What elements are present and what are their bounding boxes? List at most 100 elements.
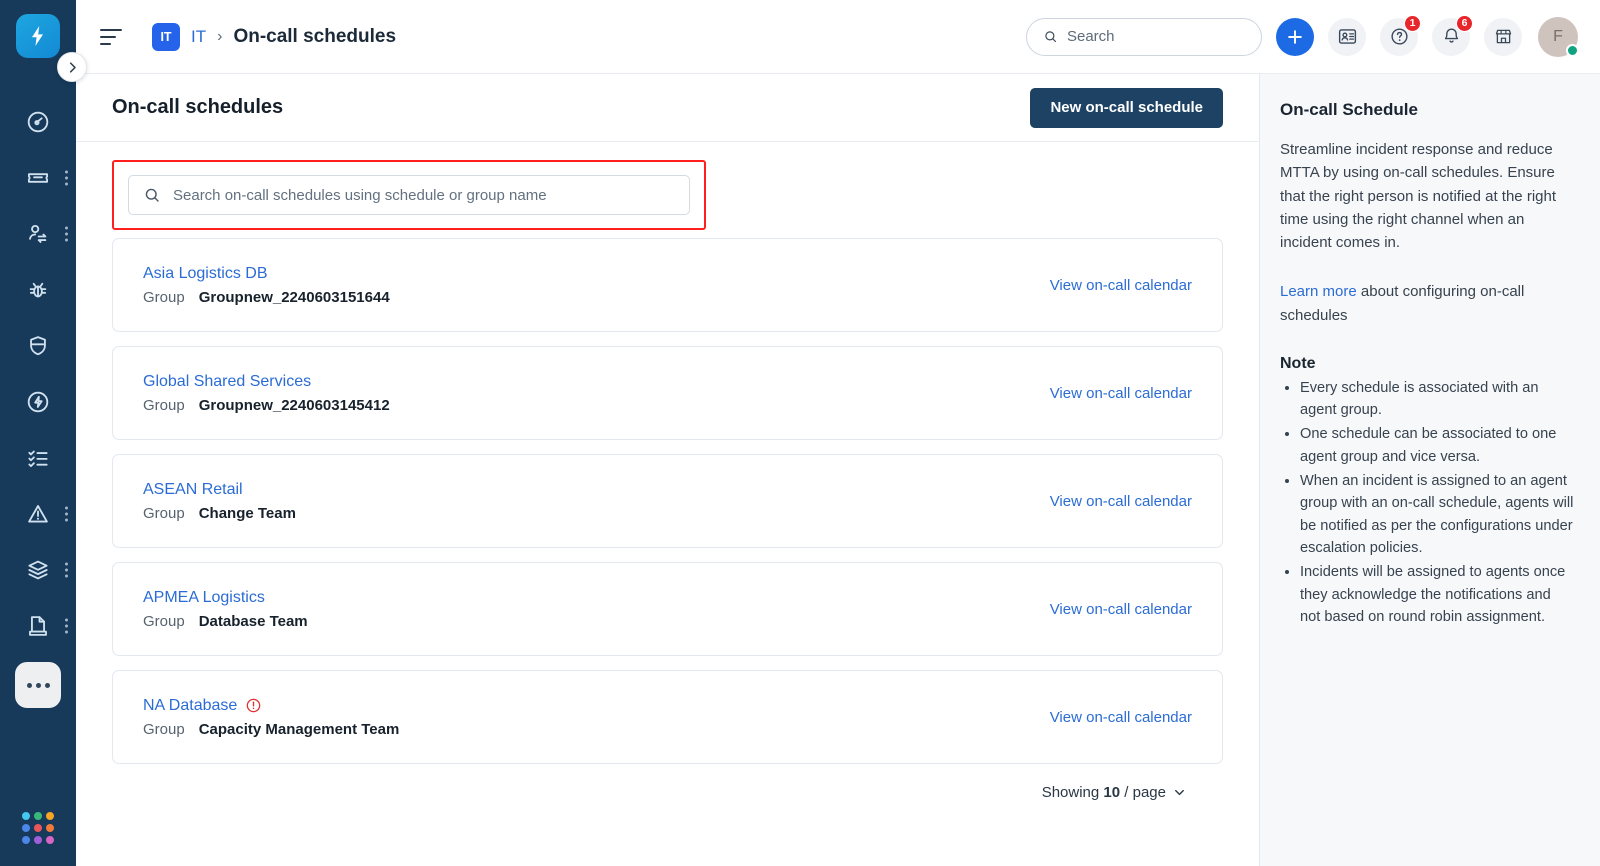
group-label: Group	[143, 288, 185, 306]
view-on-call-calendar-link[interactable]: View on-call calendar	[1050, 493, 1192, 510]
info-panel: On-call Schedule Streamline incident res…	[1260, 74, 1600, 866]
body-column: IT IT › On-call schedules Search 1 6 F O…	[76, 0, 1600, 866]
schedule-card: NA Database Group Capacity Management Team…	[112, 670, 1223, 764]
app-switcher-dot	[34, 824, 42, 832]
note-item: Incidents will be assigned to agents onc…	[1300, 561, 1574, 628]
user-swap-icon	[25, 221, 51, 247]
layers-icon	[25, 557, 51, 583]
storefront-icon	[1495, 29, 1511, 44]
schedule-card: Global Shared Services Group Groupnew_2240…	[112, 346, 1223, 440]
warning-alert-icon[interactable]	[245, 697, 262, 714]
group-label: Group	[143, 504, 185, 522]
sidebar-item-more-icon[interactable]	[65, 506, 68, 522]
sidebar-item-more-icon[interactable]	[65, 170, 68, 186]
freshservice-logo-icon[interactable]	[16, 14, 60, 58]
view-on-call-calendar-link[interactable]: View on-call calendar	[1050, 709, 1192, 726]
global-search[interactable]	[1026, 17, 1262, 56]
schedules-search-input[interactable]	[173, 186, 675, 204]
note-list: Every schedule is associated with an age…	[1280, 377, 1574, 629]
sidebar-item-incidents[interactable]	[0, 486, 76, 542]
search-highlight-box	[112, 160, 706, 230]
learn-more-link[interactable]: Learn more	[1280, 283, 1357, 300]
app-switcher-icon[interactable]	[22, 812, 54, 844]
chevron-right-icon: ›	[217, 27, 223, 45]
sidebar-item-more-icon[interactable]	[65, 562, 68, 578]
avatar[interactable]: F	[1538, 16, 1579, 57]
schedule-card-main: Asia Logistics DB Group Groupnew_224060315…	[143, 265, 390, 306]
new-item-button[interactable]	[1276, 17, 1314, 56]
schedule-card-main: APMEA Logistics Group Database Team	[143, 589, 308, 630]
sidebar-item-more-icon[interactable]	[65, 226, 68, 242]
pagination: Showing 10 / page	[112, 764, 1223, 827]
schedule-name-link[interactable]: ASEAN Retail	[143, 481, 296, 499]
group-value: Capacity Management Team	[198, 720, 400, 738]
app-switcher-dot	[46, 824, 54, 832]
schedule-card: APMEA Logistics Group Database Team View on…	[112, 562, 1223, 656]
workspace-badge[interactable]: IT	[152, 22, 180, 51]
dashboard-gauge-icon	[25, 109, 51, 135]
main-content: On-call schedules New on-call schedule S…	[76, 74, 1260, 866]
breadcrumb-workspace-link[interactable]: IT	[191, 27, 206, 47]
group-label: Group	[143, 396, 185, 414]
help-button[interactable]: 1	[1380, 14, 1421, 56]
sidebar-item-tickets[interactable]	[0, 150, 76, 206]
schedule-name-link[interactable]: APMEA Logistics	[143, 589, 308, 607]
app-switcher-dot	[22, 824, 30, 832]
plus-icon	[1288, 29, 1302, 44]
schedule-name-text: APMEA Logistics	[143, 588, 265, 606]
page-header: On-call schedules New on-call schedule	[76, 74, 1259, 142]
schedules-search[interactable]	[128, 175, 690, 215]
page-size-selector[interactable]: Showing 10 / page	[1042, 784, 1187, 801]
view-on-call-calendar-link[interactable]: View on-call calendar	[1050, 601, 1192, 618]
group-label: Group	[143, 720, 185, 738]
app-root: IT IT › On-call schedules Search 1 6 F O…	[0, 0, 1600, 866]
sidebar-item-services[interactable]	[0, 542, 76, 598]
app-switcher-dot	[22, 812, 30, 820]
presence-indicator	[1566, 43, 1579, 57]
group-label: Group	[143, 612, 185, 630]
search-icon	[1045, 31, 1057, 43]
contacts-button[interactable]	[1328, 17, 1366, 56]
note-title: Note	[1280, 354, 1316, 372]
search-icon	[145, 188, 159, 202]
app-switcher-dot	[46, 836, 54, 844]
schedule-name-link[interactable]: Asia Logistics DB	[143, 265, 390, 283]
sidebar-item-changes[interactable]	[0, 374, 76, 430]
view-on-call-calendar-link[interactable]: View on-call calendar	[1050, 385, 1192, 402]
schedule-card: Asia Logistics DB Group Groupnew_224060315…	[112, 238, 1223, 332]
schedule-name-link[interactable]: Global Shared Services	[143, 373, 390, 391]
alert-triangle-icon	[25, 501, 51, 527]
help-badge: 1	[1404, 14, 1421, 32]
sidebar-item-more-icon[interactable]	[65, 618, 68, 634]
sidebar-item-assets[interactable]	[0, 318, 76, 374]
hamburger-icon[interactable]	[100, 24, 126, 50]
sidebar-footer	[0, 812, 76, 844]
sidebar-item-requesters[interactable]	[0, 206, 76, 262]
app-switcher-dot	[34, 836, 42, 844]
sidebar-more-button[interactable]	[15, 662, 61, 708]
breadcrumb-current: On-call schedules	[233, 25, 397, 47]
sidebar-item-tasks[interactable]	[0, 430, 76, 486]
document-icon	[25, 613, 51, 639]
top-bar-actions: 1 6	[1026, 14, 1579, 57]
new-on-call-schedule-button[interactable]: New on-call schedule	[1030, 87, 1223, 128]
group-value: Change Team	[198, 504, 296, 522]
marketplace-button[interactable]	[1484, 17, 1522, 56]
schedule-group-row: Group Database Team	[143, 613, 308, 630]
sidebar-item-problems[interactable]	[0, 262, 76, 318]
schedule-card-main: ASEAN Retail Group Change Team	[143, 481, 296, 522]
sidebar-item-releases[interactable]	[0, 598, 76, 654]
avatar-initials: F	[1553, 27, 1563, 45]
sidebar-item-dashboard[interactable]	[0, 94, 76, 150]
sidebar-collapse-toggle[interactable]	[57, 52, 87, 82]
group-value: Groupnew_2240603151644	[198, 288, 390, 306]
chevron-down-icon	[1175, 789, 1184, 796]
global-search-input[interactable]	[1066, 28, 1245, 45]
left-sidebar	[0, 0, 76, 866]
breadcrumb: IT IT › On-call schedules	[152, 22, 397, 51]
schedule-group-row: Group Capacity Management Team	[143, 721, 399, 738]
view-on-call-calendar-link[interactable]: View on-call calendar	[1050, 277, 1192, 294]
notifications-button[interactable]: 6	[1432, 14, 1473, 56]
schedule-name-link[interactable]: NA Database	[143, 697, 399, 715]
group-value: Groupnew_2240603145412	[198, 396, 390, 414]
